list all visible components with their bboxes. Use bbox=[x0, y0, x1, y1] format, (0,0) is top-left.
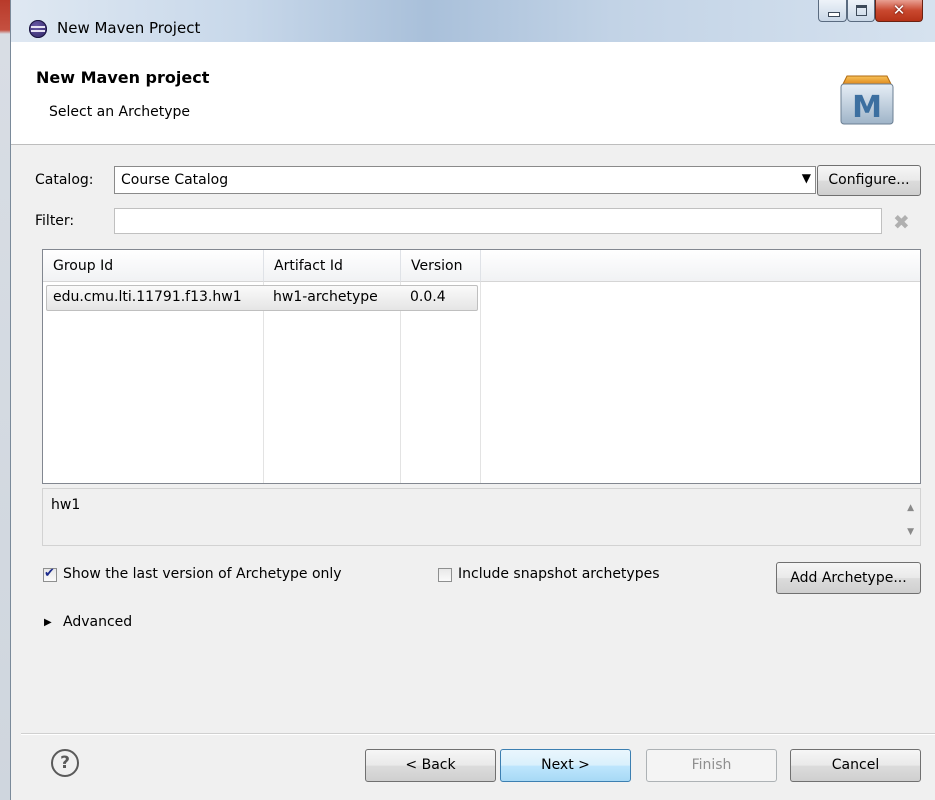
column-header-group-id[interactable]: Group Id bbox=[43, 250, 264, 282]
last-version-label[interactable]: Show the last version of Archetype only bbox=[63, 566, 342, 582]
wizard-title: New Maven project bbox=[36, 68, 210, 87]
help-icon[interactable]: ? bbox=[51, 749, 79, 777]
expand-triangle-icon[interactable]: ▶ bbox=[44, 617, 52, 628]
maven-logo-icon: M bbox=[840, 75, 894, 125]
close-icon: ✕ bbox=[892, 1, 906, 19]
column-header-artifact-id[interactable]: Artifact Id bbox=[264, 250, 401, 282]
close-button[interactable]: ✕ bbox=[875, 0, 923, 22]
back-button[interactable]: < Back bbox=[365, 749, 496, 782]
maximize-button[interactable] bbox=[847, 0, 875, 22]
column-header-version[interactable]: Version bbox=[401, 250, 481, 282]
configure-button[interactable]: Configure... bbox=[817, 165, 921, 196]
background-window-edge bbox=[0, 0, 10, 800]
clear-filter-icon[interactable]: ✖ bbox=[893, 210, 910, 234]
cancel-button[interactable]: Cancel bbox=[790, 749, 921, 782]
column-header-filler bbox=[481, 250, 920, 282]
minimize-button[interactable] bbox=[818, 0, 847, 22]
cell-group-id[interactable]: edu.cmu.lti.11791.f13.hw1 bbox=[53, 289, 242, 305]
scroll-up-icon[interactable]: ▲ bbox=[907, 503, 914, 513]
advanced-toggle[interactable]: Advanced bbox=[63, 614, 132, 630]
catalog-selected-value: Course Catalog bbox=[121, 172, 229, 188]
window-title: New Maven Project bbox=[57, 19, 201, 37]
cell-version[interactable]: 0.0.4 bbox=[410, 289, 446, 305]
archetype-description[interactable]: hw1 ▲ ▼ bbox=[42, 488, 921, 546]
next-button[interactable]: Next > bbox=[500, 749, 631, 782]
cell-artifact-id[interactable]: hw1-archetype bbox=[273, 289, 378, 305]
filter-input[interactable] bbox=[114, 208, 882, 234]
column-divider bbox=[263, 282, 264, 483]
svg-text:M: M bbox=[852, 90, 882, 125]
wizard-header: New Maven project Select an Archetype M bbox=[11, 42, 935, 145]
description-text: hw1 bbox=[51, 497, 81, 513]
finish-button: Finish bbox=[646, 749, 777, 782]
new-maven-project-dialog: New Maven Project ✕ New Maven project Se… bbox=[10, 0, 935, 800]
column-divider bbox=[480, 282, 481, 483]
last-version-checkbox[interactable] bbox=[43, 566, 57, 582]
snapshot-label[interactable]: Include snapshot archetypes bbox=[458, 566, 660, 582]
eclipse-icon bbox=[29, 20, 47, 38]
catalog-label: Catalog: bbox=[35, 172, 94, 188]
chevron-down-icon: ▼ bbox=[801, 171, 811, 185]
filter-label: Filter: bbox=[35, 213, 75, 229]
title-bar[interactable]: New Maven Project ✕ bbox=[11, 0, 935, 42]
catalog-dropdown[interactable]: Course Catalog ▼ bbox=[114, 166, 816, 194]
snapshot-checkbox[interactable] bbox=[438, 568, 452, 582]
add-archetype-button[interactable]: Add Archetype... bbox=[776, 562, 921, 594]
wizard-subtitle: Select an Archetype bbox=[49, 104, 191, 120]
column-divider bbox=[400, 282, 401, 483]
scroll-down-icon[interactable]: ▼ bbox=[907, 527, 914, 537]
archetype-table[interactable]: Group Id Artifact Id Version edu.cmu.lti… bbox=[42, 249, 921, 484]
footer-separator bbox=[21, 733, 935, 735]
